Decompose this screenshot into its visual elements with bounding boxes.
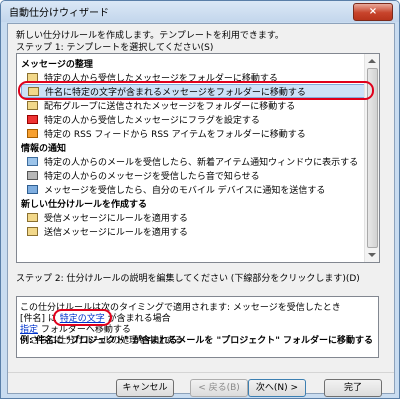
wizard-client-area: 新しい仕分けルールを作成します。テンプレートを利用できます。 ステップ 1: テ… xyxy=(7,23,395,397)
group-notify: 情報の通知 xyxy=(21,144,67,154)
finish-button[interactable]: 完了 xyxy=(324,379,382,397)
list-item[interactable]: 特定の人からのメールを受信したら、新着アイテム通知ウィンドウに表示する xyxy=(21,154,365,168)
back-button[interactable]: < 戻る(B) xyxy=(190,379,248,397)
notify-icon xyxy=(27,156,38,166)
scroll-up-arrow-icon[interactable] xyxy=(368,59,376,63)
group-organize: メッセージの整理 xyxy=(21,60,93,70)
sound-icon xyxy=(27,170,38,180)
cancel-button[interactable]: キャンセル xyxy=(116,379,174,397)
wizard-window: 自動仕分けウィザード × 新しい仕分けルールを作成します。テンプレートを利用でき… xyxy=(0,0,400,399)
step1-label: ステップ 1: テンプレートを選択してください(S) xyxy=(16,43,214,53)
rss-icon xyxy=(27,128,38,138)
flag-icon xyxy=(27,114,38,124)
title-bar: 自動仕分けウィザード xyxy=(1,1,399,22)
list-item[interactable]: 特定の RSS フィードから RSS アイテムをフォルダーに移動する xyxy=(21,126,365,140)
envelope-icon xyxy=(27,226,38,236)
button-separator xyxy=(8,372,394,373)
rule-description-box: この仕分けルールは次のタイミングで適用されます: メッセージを受信したとき [件… xyxy=(16,296,379,358)
list-item[interactable]: 受信メッセージにルールを適用する xyxy=(21,210,365,224)
mobile-icon xyxy=(27,184,38,194)
list-item[interactable]: 送信メッセージにルールを適用する xyxy=(21,224,365,238)
scroll-down-arrow-icon[interactable] xyxy=(368,253,376,257)
envelope-icon xyxy=(27,212,38,222)
highlight-specific-words-link xyxy=(53,309,112,326)
list-item[interactable]: 特定の人から受信したメッセージにフラグを設定する xyxy=(21,112,365,126)
list-item[interactable]: メッセージを受信したら、自分のモバイル デバイスに通知を送信する xyxy=(21,182,365,196)
highlight-selected-item xyxy=(18,81,374,100)
step2-label: ステップ 2: 仕分けルールの説明を編集してください (下線部分をクリックします… xyxy=(16,274,360,284)
list-item[interactable]: 配布グループに送信されたメッセージをフォルダーに移動する xyxy=(21,98,365,112)
window-title: 自動仕分けウィザード xyxy=(9,8,109,19)
example-text: 例: 件名に "プロジェクト" が含まれるメールを "プロジェクト" フォルダー… xyxy=(20,336,374,346)
close-button[interactable]: × xyxy=(353,3,393,21)
folder-move-icon xyxy=(27,100,38,110)
list-item[interactable]: 特定の人からのメッセージを受信したら音で知らせる xyxy=(21,168,365,182)
group-new-rule: 新しい仕分けルールを作成する xyxy=(21,200,148,210)
next-button[interactable]: 次へ(N) > xyxy=(248,379,306,397)
